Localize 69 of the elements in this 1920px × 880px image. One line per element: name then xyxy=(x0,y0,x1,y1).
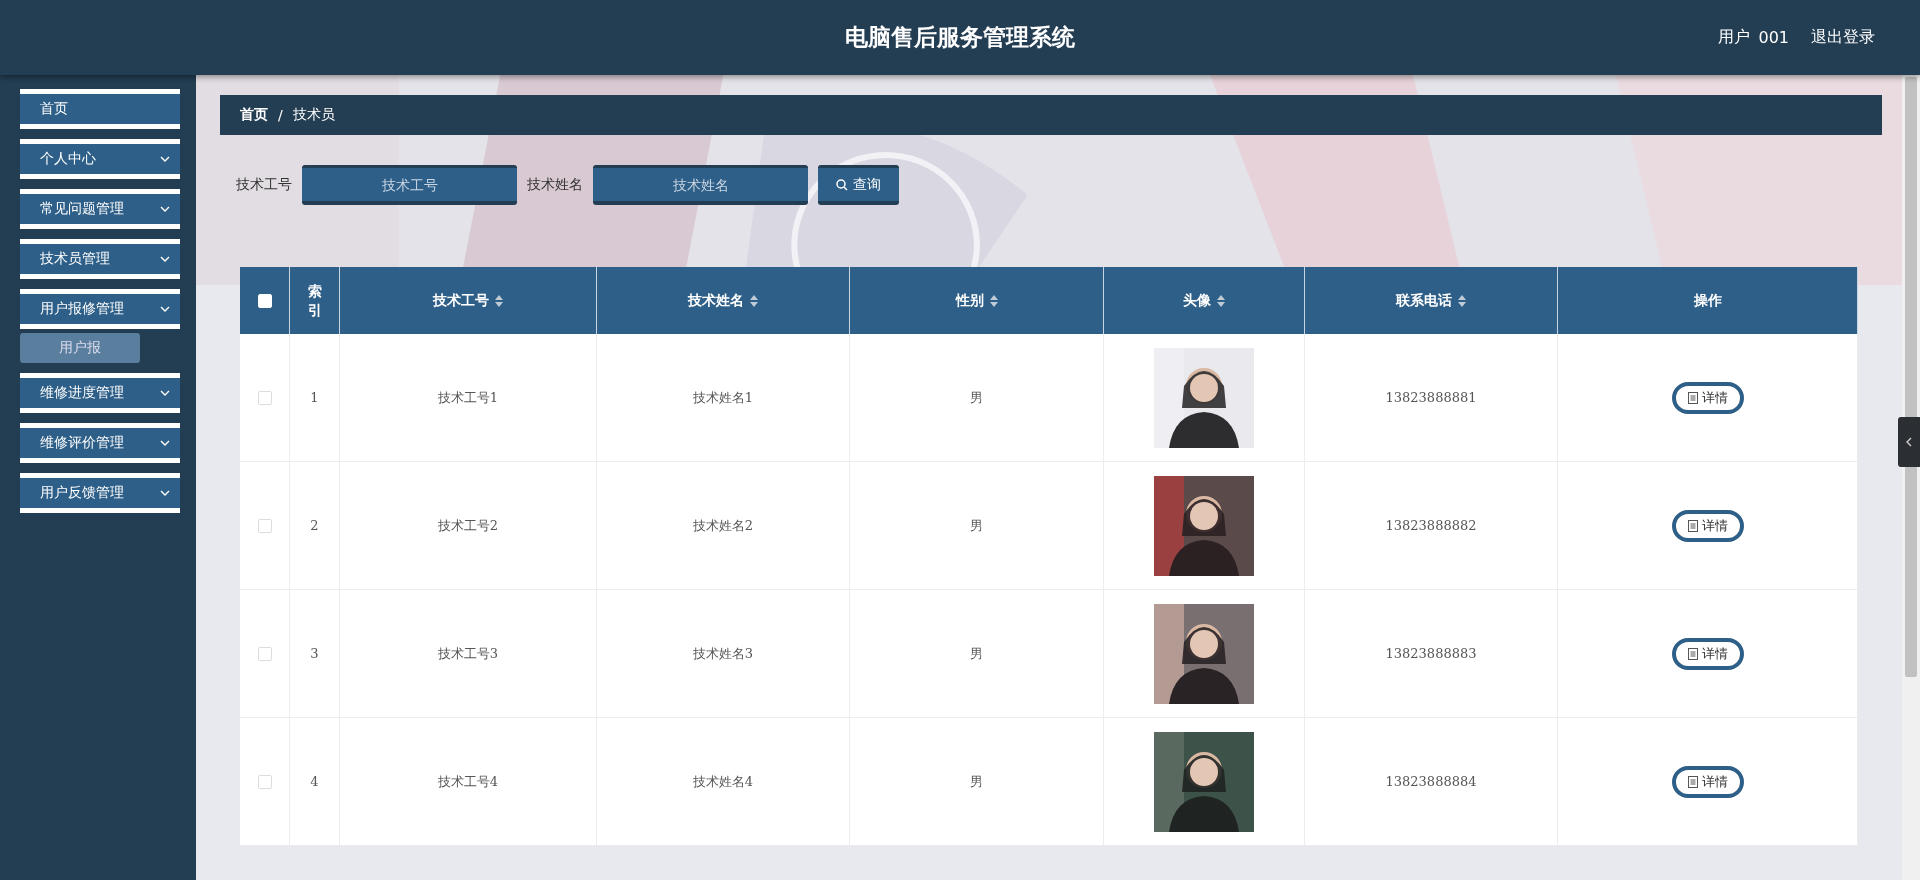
user-name: 001 xyxy=(1758,28,1789,47)
breadcrumb-link[interactable]: 首页 xyxy=(240,106,268,124)
detail-button[interactable]: 详情 xyxy=(1671,637,1744,670)
table-cell: 1 xyxy=(310,390,319,405)
document-icon xyxy=(1687,391,1698,404)
breadcrumb-current: 技术员 xyxy=(292,106,335,124)
table-cell: 13823888881 xyxy=(1385,390,1477,405)
detail-button[interactable]: 详情 xyxy=(1671,765,1744,798)
menu-item[interactable]: 维修评价管理 xyxy=(20,423,180,463)
table-cell: 男 xyxy=(970,772,983,791)
document-icon xyxy=(1687,775,1698,788)
table-cell: 13823888883 xyxy=(1385,646,1477,661)
sort-icon[interactable] xyxy=(1458,294,1466,307)
document-icon xyxy=(1687,647,1698,660)
table-cell: 技术姓名1 xyxy=(692,388,754,407)
row-checkbox[interactable] xyxy=(257,518,272,533)
chevron-left-icon xyxy=(1904,437,1914,447)
logout-link[interactable]: 退出登录 xyxy=(1811,27,1875,48)
scrollbar[interactable] xyxy=(1902,75,1920,880)
table-cell: 技术工号4 xyxy=(437,772,499,791)
menu-item[interactable]: 技术员管理 xyxy=(20,239,180,279)
table-cell: 男 xyxy=(970,516,983,535)
sort-icon[interactable] xyxy=(495,294,503,307)
select-all-checkbox[interactable] xyxy=(257,293,272,308)
menu-item[interactable]: 用户反馈管理 xyxy=(20,473,180,513)
column-header[interactable]: 性别 xyxy=(955,291,984,310)
app-title: 电脑售后服务管理系统 xyxy=(845,22,1075,52)
table-cell: 4 xyxy=(310,774,319,789)
menu-item[interactable]: 首页 xyxy=(20,89,180,129)
column-header: 索引 xyxy=(307,282,322,319)
table-cell: 技术工号3 xyxy=(437,644,499,663)
table-cell: 技术工号1 xyxy=(437,388,499,407)
column-header[interactable]: 技术工号 xyxy=(433,291,489,310)
table-cell: 男 xyxy=(970,388,983,407)
document-icon xyxy=(1687,519,1698,532)
search-field[interactable]: 技术工号 xyxy=(302,165,517,205)
user-label: 用户 xyxy=(1718,27,1751,48)
column-header[interactable]: 联系电话 xyxy=(1396,291,1452,310)
table-cell: 技术姓名3 xyxy=(692,644,754,663)
table-cell: 3 xyxy=(310,646,319,661)
collapse-tab[interactable] xyxy=(1898,417,1920,467)
table-cell: 13823888884 xyxy=(1385,774,1477,789)
menu-item[interactable]: 个人中心 xyxy=(20,139,180,179)
table-cell: 13823888882 xyxy=(1385,518,1477,533)
field-label: 技术姓名 xyxy=(527,176,583,194)
table-cell: 技术姓名4 xyxy=(692,772,754,791)
menu-item[interactable]: 维修进度管理 xyxy=(20,373,180,413)
column-header: 操作 xyxy=(1693,291,1722,310)
detail-button[interactable]: 详情 xyxy=(1671,381,1744,414)
column-header[interactable]: 头像 xyxy=(1183,291,1211,310)
table-cell: 技术工号2 xyxy=(437,516,499,535)
field-label: 技术工号 xyxy=(236,176,292,194)
menu-item[interactable]: 用户报修管理 xyxy=(20,289,180,329)
sort-icon[interactable] xyxy=(989,294,998,307)
menu-item[interactable]: 常见问题管理 xyxy=(20,189,180,229)
row-checkbox[interactable] xyxy=(257,774,272,789)
table-cell: 2 xyxy=(310,518,319,533)
sort-icon[interactable] xyxy=(1217,294,1225,307)
row-checkbox[interactable] xyxy=(257,390,272,405)
search-button[interactable]: 查询 xyxy=(818,165,899,205)
table-cell: 技术姓名2 xyxy=(692,516,754,535)
detail-button[interactable]: 详情 xyxy=(1671,509,1744,542)
breadcrumb-separator: / xyxy=(278,107,283,123)
table-cell: 男 xyxy=(970,644,983,663)
search-icon xyxy=(836,178,848,191)
sort-icon[interactable] xyxy=(750,294,758,307)
search-field[interactable]: 技术姓名 xyxy=(593,165,808,205)
row-checkbox[interactable] xyxy=(257,646,272,661)
column-header[interactable]: 技术姓名 xyxy=(688,291,744,310)
